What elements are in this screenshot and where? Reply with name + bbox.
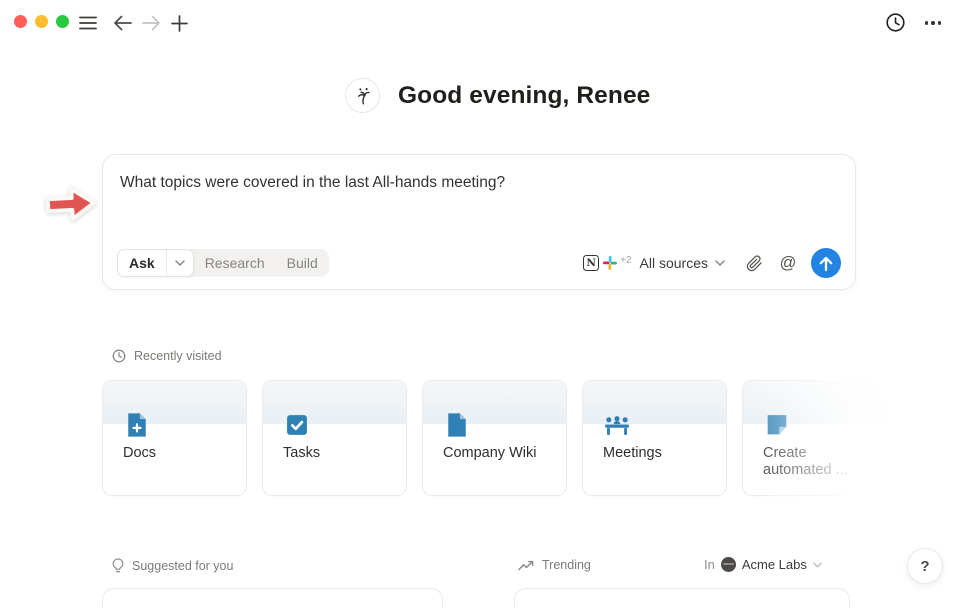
card-label: Tasks — [283, 445, 393, 462]
mode-switcher: Ask Research Build — [117, 249, 329, 277]
sources-label: All sources — [640, 255, 708, 271]
card-create-automated[interactable]: Create automated ... — [742, 380, 887, 496]
card-company-wiki[interactable]: Company Wiki — [422, 380, 567, 496]
forward-arrow-icon — [142, 15, 161, 31]
history-button[interactable] — [883, 10, 907, 34]
suggested-card[interactable] — [102, 588, 443, 608]
card-meetings[interactable]: Meetings — [582, 380, 727, 496]
help-button[interactable]: ? — [907, 548, 943, 584]
recently-visited-cards: Docs Tasks Company Wiki — [102, 380, 887, 496]
slack-source-icon — [602, 255, 618, 271]
plus-icon — [171, 15, 188, 32]
workspace-scope-selector[interactable]: In Acme Labs — [704, 557, 822, 572]
at-icon: @ — [780, 254, 797, 273]
annotation-arrow-cursor — [41, 179, 101, 230]
mode-build-button[interactable]: Build — [276, 249, 329, 277]
ai-composer: What topics were covered in the last All… — [102, 154, 856, 290]
history-clock-icon — [885, 12, 906, 33]
greeting-avatar — [345, 78, 380, 113]
back-arrow-icon — [113, 15, 132, 31]
card-label: Docs — [123, 445, 233, 462]
suggested-title: Suggested for you — [132, 559, 233, 573]
palm-doodle-icon — [350, 83, 376, 109]
greeting-title: Good evening, Renee — [398, 82, 650, 110]
note-icon — [763, 411, 791, 439]
more-options-button[interactable] — [921, 11, 945, 35]
sources-selector[interactable]: N +2 All sources — [583, 255, 725, 271]
arrow-up-icon — [818, 255, 834, 272]
sidebar-toggle-button[interactable] — [76, 11, 100, 35]
card-label: Company Wiki — [443, 445, 553, 462]
chevron-down-icon — [175, 260, 185, 266]
mode-dropdown-button[interactable] — [166, 250, 193, 276]
attach-file-button[interactable] — [741, 250, 767, 276]
help-label: ? — [920, 558, 929, 575]
lightbulb-icon — [112, 558, 124, 574]
card-label: Meetings — [603, 445, 713, 462]
suggested-header: Suggested for you — [112, 558, 233, 574]
meeting-table-icon — [603, 411, 631, 439]
mode-ask-selected: Ask — [117, 249, 194, 277]
mention-button[interactable]: @ — [775, 250, 801, 276]
trending-up-icon — [518, 559, 534, 571]
scope-prefix: In — [704, 557, 715, 572]
clock-icon — [112, 349, 126, 363]
notion-source-icon: N — [583, 255, 599, 271]
close-window-button[interactable] — [14, 15, 27, 28]
composer-input[interactable]: What topics were covered in the last All… — [120, 174, 820, 192]
paperclip-icon — [746, 255, 763, 272]
doc-plus-icon — [123, 411, 151, 439]
zoom-window-button[interactable] — [56, 15, 69, 28]
ellipsis-icon — [925, 21, 942, 25]
send-button[interactable] — [811, 248, 841, 278]
composer-toolbar: Ask Research Build N +2 All sources — [117, 248, 841, 278]
mode-ask-button[interactable]: Ask — [118, 250, 166, 276]
workspace-name: Acme Labs — [742, 557, 807, 572]
task-check-icon — [283, 411, 311, 439]
card-label: Create automated ... — [763, 445, 873, 479]
chevron-down-icon — [813, 562, 822, 568]
mode-research-button[interactable]: Research — [194, 249, 276, 277]
window-controls — [14, 15, 69, 28]
new-tab-button[interactable] — [167, 11, 191, 35]
card-tasks[interactable]: Tasks — [262, 380, 407, 496]
recently-visited-header: Recently visited — [112, 349, 222, 363]
extra-sources-count: +2 — [620, 255, 631, 266]
trending-title: Trending — [542, 558, 591, 572]
hamburger-icon — [79, 16, 97, 30]
workspace-logo-icon — [721, 557, 736, 572]
nav-forward-button[interactable] — [139, 11, 163, 35]
card-docs[interactable]: Docs — [102, 380, 247, 496]
page-icon — [443, 411, 471, 439]
nav-back-button[interactable] — [110, 11, 134, 35]
chevron-down-icon — [715, 260, 725, 266]
trending-card[interactable] — [514, 588, 850, 608]
minimize-window-button[interactable] — [35, 15, 48, 28]
recently-visited-title: Recently visited — [134, 349, 222, 363]
trending-header: Trending — [518, 558, 591, 572]
